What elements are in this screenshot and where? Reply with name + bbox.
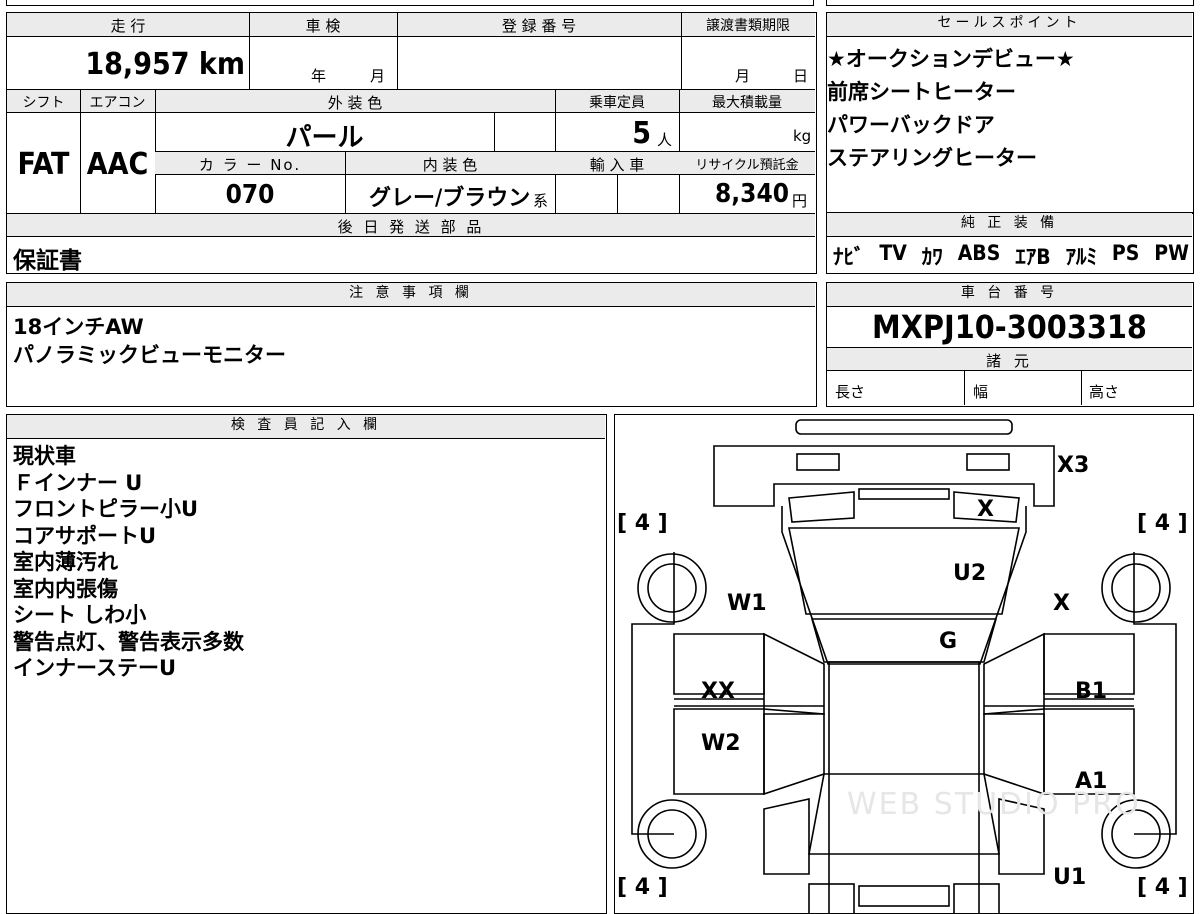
- notes-header: 注 意 事 項 欄: [7, 283, 815, 307]
- inspector-line-7: シート しわ小: [13, 603, 147, 627]
- mark-g: G: [939, 629, 958, 654]
- equip-ps: PS: [1111, 241, 1140, 265]
- recycle-unit: 円: [792, 192, 808, 210]
- transfer-month: 月: [735, 67, 751, 85]
- equip-navi: ﾅﾋﾞ: [833, 245, 865, 269]
- shaken-label: 車 検: [305, 17, 341, 35]
- mark-w1: W1: [727, 591, 767, 616]
- inspector-line-3: フロントピラー小U: [13, 497, 199, 521]
- mileage-label: 走 行: [110, 17, 146, 35]
- mark-xx: XX: [701, 679, 735, 704]
- inspector-line-4: コアサポートU: [13, 523, 157, 548]
- ac-value: AAC: [86, 147, 149, 182]
- equip-tv: TV: [879, 241, 907, 265]
- reg-label: 登 録 番 号: [501, 17, 577, 35]
- sales-points-box: セールスポイント ★オークションデビュー★ 前席シートヒーター パワーバックドア…: [826, 12, 1194, 214]
- equip-pw: PW: [1154, 241, 1189, 265]
- inspector-list: 現状車 Ｆインナー U フロントピラー小U コアサポートU 室内薄汚れ 室内内張…: [13, 443, 244, 682]
- height-label: 高さ: [1089, 383, 1120, 401]
- mileage-value: 18,957 km: [85, 47, 245, 82]
- chassis-number: MXPJ10-3003318: [872, 308, 1147, 346]
- tire-fr-label: [ 4 ]: [1137, 511, 1188, 536]
- mark-x3: X3: [1057, 453, 1090, 478]
- width-label: 幅: [973, 383, 989, 401]
- shift-value: FAT: [17, 147, 70, 182]
- mark-u1: U1: [1053, 865, 1087, 890]
- inspector-line-5: 室内薄汚れ: [13, 550, 118, 574]
- shift-label: シフト: [22, 95, 65, 111]
- inspector-header: 検 査 員 記 入 欄: [7, 415, 605, 439]
- transfer-day: 日: [793, 67, 809, 85]
- equip-airbag: ｴｱB: [1015, 245, 1051, 269]
- sales-points-list: ★オークションデビュー★ 前席シートヒーター パワーバックドア ステアリングヒー…: [827, 43, 1192, 175]
- capacity-unit: 人: [657, 131, 673, 149]
- inspector-box: 検 査 員 記 入 欄 現状車 Ｆインナー U フロントピラー小U コアサポート…: [6, 414, 607, 914]
- int-color-value: グレー/ブラウン: [369, 186, 531, 211]
- sales-point-2: 前席シートヒーター: [827, 80, 1016, 104]
- top-strip-right: [826, 0, 1194, 6]
- equip-leather: ｶﾜ: [921, 245, 943, 269]
- notes-box: 注 意 事 項 欄 18インチAW パノラミックビューモニター: [6, 282, 817, 407]
- later-parts-label: 後 日 発 送 部 品: [337, 218, 485, 236]
- mark-b1: B1: [1075, 679, 1108, 704]
- int-color-suffix: 系: [533, 192, 549, 210]
- ac-label: エアコン: [89, 95, 146, 111]
- equipment-box: 純 正 装 備 ﾅﾋﾞ TV ｶﾜ ABS ｴｱB ｱﾙﾐ PS PW: [826, 212, 1194, 274]
- capacity-label: 乗車定員: [589, 95, 645, 111]
- inspector-line-1: 現状車: [13, 444, 76, 468]
- import-label: 輸 入 車: [589, 156, 645, 174]
- recycle-label: リサイクル預託金: [695, 158, 799, 173]
- shaken-year: 年: [311, 67, 327, 85]
- color-no-value: 070: [225, 180, 275, 210]
- top-strip: [6, 0, 814, 6]
- int-color-label: 内 装 色: [422, 156, 478, 174]
- max-load-label: 最大積載量: [712, 95, 782, 111]
- inspector-line-9: インナーステーU: [13, 656, 177, 680]
- shaken-month: 月: [370, 67, 386, 85]
- length-label: 長さ: [835, 383, 866, 401]
- tire-rr-label: [ 4 ]: [1137, 875, 1188, 900]
- equip-alloy: ｱﾙﾐ: [1065, 245, 1098, 269]
- mark-w2: W2: [701, 731, 741, 756]
- ext-color-value: パール: [285, 123, 364, 153]
- vehicle-info-grid: 走 行 車 検 登 録 番 号 譲渡書類期限 18,957 km 年 月 月 日…: [6, 12, 817, 274]
- inspector-line-6: 室内内張傷: [13, 576, 118, 601]
- recycle-value: 8,340: [715, 179, 789, 209]
- tire-rl-label: [ 4 ]: [617, 875, 668, 900]
- sales-points-header: セールスポイント: [827, 13, 1192, 37]
- notes-line-2: パノラミックビューモニター: [13, 343, 286, 367]
- sales-point-1: ★オークションデビュー★: [827, 47, 1075, 71]
- max-load-unit: kg: [793, 127, 812, 145]
- sales-point-4: ステアリングヒーター: [827, 146, 1037, 170]
- notes-line-1: 18インチAW: [13, 315, 144, 339]
- watermark: WEB STUDIO PRO: [847, 787, 1141, 822]
- ext-color-label: 外 装 色: [327, 94, 383, 112]
- transfer-label: 譲渡書類期限: [706, 18, 790, 34]
- spec-header: 諸 元: [986, 352, 1033, 370]
- car-diagram-box: [ 4 ] [ 4 ] [ 4 ] [ 4 ] X3 X U2 W1 X G X…: [614, 414, 1194, 914]
- sales-point-3: パワーバックドア: [827, 113, 995, 137]
- tire-fl-label: [ 4 ]: [617, 511, 668, 536]
- car-outline: [631, 419, 1177, 914]
- equipment-header: 純 正 装 備: [827, 213, 1192, 237]
- equip-abs: ABS: [957, 241, 1001, 265]
- inspector-line-8: 警告点灯、警告表示多数: [13, 629, 244, 654]
- inspector-line-2: Ｆインナー U: [13, 470, 143, 495]
- equipment-list: ﾅﾋﾞ TV ｶﾜ ABS ｴｱB ｱﾙﾐ PS PW: [833, 241, 1189, 271]
- notes-list: 18インチAW パノラミックビューモニター: [13, 313, 286, 369]
- mark-x-right: X: [1053, 591, 1070, 616]
- capacity-value: 5: [632, 116, 651, 151]
- color-no-label: カ ラ ー No.: [198, 156, 302, 174]
- chassis-box: 車 台 番 号 MXPJ10-3003318 諸 元 長さ 幅 高さ: [826, 282, 1194, 407]
- mark-u2: U2: [953, 561, 987, 586]
- chassis-header: 車 台 番 号: [827, 283, 1192, 307]
- later-parts-value: 保証書: [13, 248, 82, 274]
- mark-x-front: X: [977, 497, 994, 522]
